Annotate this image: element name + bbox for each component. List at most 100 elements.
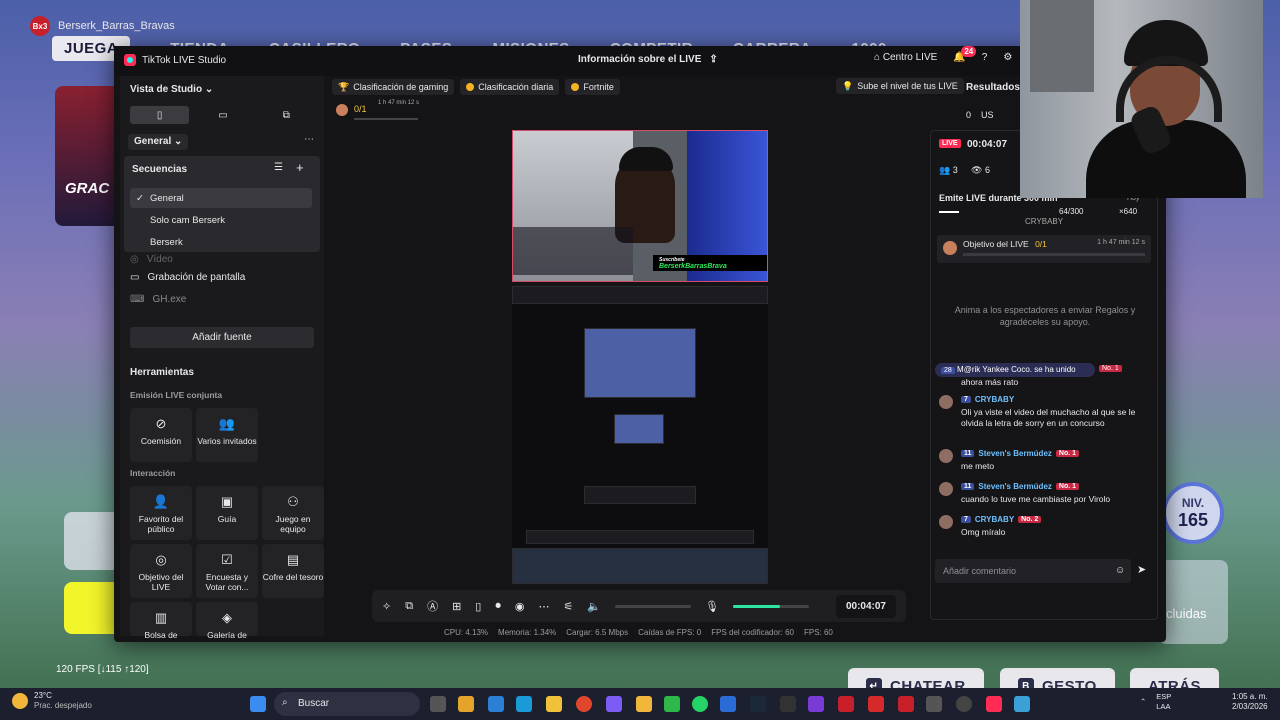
help-icon[interactable]: ?: [982, 52, 988, 63]
scene-dropdown[interactable]: General ⌄: [128, 134, 189, 150]
notifications-button[interactable]: 🔔 24: [953, 46, 977, 63]
comment-input[interactable]: Añadir comentario: [935, 559, 1131, 583]
level-label: NIV.: [1181, 496, 1205, 510]
source-screen[interactable]: ▭ Grabación de pantalla: [130, 272, 245, 283]
sequence-item[interactable]: ✓ General: [130, 188, 312, 208]
file-explorer-icon[interactable]: [546, 696, 562, 712]
centro-live-button[interactable]: ⌂ Centro LIVE: [874, 52, 937, 63]
task-view-icon[interactable]: [430, 696, 446, 712]
username[interactable]: Steven's Bermúdez: [978, 449, 1051, 458]
game-promo-card[interactable]: GRAC: [55, 86, 117, 226]
trophy-icon: 🏆: [338, 81, 350, 92]
guide-tool[interactable]: ▣ Guía: [196, 486, 258, 540]
dual-tab[interactable]: ⧉: [257, 106, 316, 124]
taskbar-search[interactable]: ⌕ Buscar: [274, 692, 420, 716]
weather-widget[interactable]: 23°C Prac. despejado: [12, 691, 92, 711]
app-title-text: TikTok LIVE Studio: [142, 54, 227, 66]
poll-tool[interactable]: ☑ Encuesta y Votar con...: [196, 544, 258, 598]
source-game[interactable]: ⌨ GH.exe: [130, 294, 186, 305]
layers-icon[interactable]: ⧉: [405, 600, 413, 613]
game-launcher-icon[interactable]: [636, 696, 652, 712]
fortnite-chip[interactable]: Fortnite: [565, 79, 620, 95]
sequence-label: General: [150, 193, 184, 204]
app-icon[interactable]: [1014, 696, 1030, 712]
camera-icon[interactable]: ◉: [515, 600, 525, 613]
portrait-tab[interactable]: ▯: [130, 106, 190, 124]
gaming-ranking-chip[interactable]: 🏆 Clasificación de gaming: [332, 79, 455, 95]
sequence-item[interactable]: Berserk: [130, 232, 312, 252]
treasure-chest-tool[interactable]: ▤ Cofre del tesoro: [262, 544, 324, 598]
mini-goal-count: 0/1: [354, 104, 367, 114]
included-card[interactable]: cluidas: [1158, 560, 1228, 644]
source-video[interactable]: ◎ Vídeo: [130, 254, 173, 265]
clock-date: 2/03/2026: [1232, 702, 1268, 712]
taskbar-clock[interactable]: 1:05 a. m. 2/03/2026: [1232, 692, 1268, 713]
mini-goal-widget[interactable]: 0/1 1 h 47 min 12 s: [332, 100, 422, 122]
app-icon[interactable]: [898, 696, 914, 712]
add-icon[interactable]: +: [296, 160, 304, 175]
magic-wand-icon[interactable]: ✧: [382, 600, 391, 613]
username[interactable]: CRYBABY: [975, 395, 1014, 404]
rank-badge: No. 2: [1018, 516, 1042, 523]
multi-guest-tool[interactable]: 👥 Varios invitados: [196, 408, 258, 462]
add-source-button[interactable]: Añadir fuente: [130, 327, 314, 348]
edge-browser-icon[interactable]: [516, 696, 532, 712]
bag-tool[interactable]: ▥ Bolsa de: [130, 602, 192, 640]
landscape-tab[interactable]: ▭: [193, 106, 252, 124]
username[interactable]: CRYBABY: [975, 515, 1014, 524]
more-icon[interactable]: ⋯: [538, 600, 549, 613]
level-up-chip[interactable]: 💡 Sube el nivel de tus LIVE: [836, 78, 964, 94]
windows-start-icon[interactable]: [250, 696, 266, 712]
more-icon[interactable]: ⋯: [304, 134, 314, 145]
fan-favorite-tool[interactable]: 👤 Favorito del público: [130, 486, 192, 540]
chevron-up-icon[interactable]: ⌃: [1140, 697, 1146, 706]
goal-count: 0/1: [1035, 239, 1047, 249]
mic-icon[interactable]: 🎙: [705, 600, 719, 613]
avatar: [939, 449, 953, 463]
speaker-icon[interactable]: 🔈: [587, 600, 601, 613]
team-game-tool[interactable]: ⚇ Juego en equipo: [262, 486, 324, 540]
app-icon[interactable]: [808, 696, 824, 712]
fps-stat: FPS: 60: [803, 628, 833, 637]
coemision-tool[interactable]: ⊘ Coemisión: [130, 408, 192, 462]
usd-value: US: [981, 110, 994, 120]
app-icon[interactable]: [926, 696, 942, 712]
users-icon: 👥: [939, 165, 953, 175]
language-indicator[interactable]: ESP LAA: [1156, 692, 1171, 712]
discord-icon[interactable]: [606, 696, 622, 712]
sequence-item[interactable]: Solo cam Berserk: [130, 210, 312, 230]
phone-icon[interactable]: ▯: [475, 600, 481, 613]
live-goal-card[interactable]: Objetivo del LIVE 0/1 1 h 47 min 12 s: [937, 235, 1151, 263]
steam-icon[interactable]: [750, 696, 766, 712]
emoji-icon[interactable]: ☺: [1115, 565, 1125, 576]
studio-view-dropdown[interactable]: Vista de Studio ⌄: [130, 84, 213, 95]
gallery-tool[interactable]: ◈ Galería de: [196, 602, 258, 640]
send-icon[interactable]: ➤: [1137, 563, 1146, 576]
chrome-icon[interactable]: [576, 696, 592, 712]
game-settings-pill[interactable]: [64, 512, 120, 570]
app-icon[interactable]: [868, 696, 884, 712]
list-icon[interactable]: ☰: [274, 162, 283, 173]
kick-icon[interactable]: [664, 696, 680, 712]
app-icon[interactable]: [720, 696, 736, 712]
add-media-icon[interactable]: ⊞: [452, 600, 461, 613]
speaker-volume-slider[interactable]: [615, 604, 692, 608]
username[interactable]: Steven's Bermúdez: [978, 482, 1051, 491]
stream-preview[interactable]: Suscríbete BerserkBarrasBrava: [512, 130, 768, 282]
record-icon[interactable]: ⏺: [495, 600, 501, 613]
tiktok-live-studio-icon[interactable]: [986, 696, 1002, 712]
copilot-icon[interactable]: [458, 696, 474, 712]
github-icon[interactable]: [956, 696, 972, 712]
whatsapp-icon[interactable]: [692, 696, 708, 712]
edge-icon[interactable]: [488, 696, 504, 712]
mixer-icon[interactable]: ⚟: [563, 600, 573, 613]
live-goal-tool[interactable]: ◎ Objetivo del LIVE: [130, 544, 192, 598]
live-info-button[interactable]: Información sobre el LIVE ⇪: [578, 54, 718, 65]
settings-icon[interactable]: ⚙: [1003, 52, 1012, 63]
app-icon[interactable]: [838, 696, 854, 712]
daily-ranking-chip[interactable]: Clasificación diaria: [460, 79, 560, 95]
ai-icon[interactable]: Ⓐ: [427, 598, 438, 614]
mic-volume-slider[interactable]: [733, 604, 810, 608]
epic-games-icon[interactable]: [780, 696, 796, 712]
game-play-button[interactable]: [64, 582, 120, 634]
